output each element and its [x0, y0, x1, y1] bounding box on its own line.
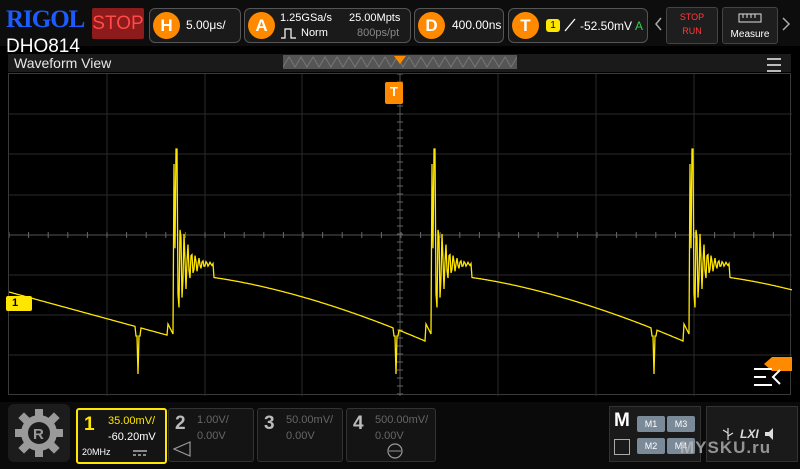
channel-1-scale: 35.00mV/ — [108, 415, 156, 427]
channel-3-panel[interactable]: 3 50.00mV/ 0.00V — [257, 408, 343, 462]
sample-rate: 1.25GSa/s — [280, 12, 332, 24]
triangle-left-icon — [173, 441, 191, 457]
waveform-view-title: Waveform View — [14, 55, 112, 71]
stop-run-top-label: STOP — [679, 12, 705, 22]
acquire-mode: Norm — [301, 27, 328, 39]
hamburger-menu-icon[interactable] — [767, 58, 781, 72]
collapse-menu-icon — [754, 368, 781, 386]
waveform-menu-button[interactable] — [754, 366, 782, 388]
measure-button[interactable]: Measure — [722, 7, 778, 44]
channel-2-panel[interactable]: 2 1.00V/ 0.00V — [168, 408, 254, 462]
delay-icon: D — [418, 12, 445, 39]
channel-4-number: 4 — [353, 413, 364, 434]
channel-3-offset: 0.00V — [286, 430, 315, 442]
delay-settings[interactable]: D 400.00ns — [414, 8, 504, 43]
trigger-mode: A — [635, 19, 644, 33]
math-label: M — [614, 410, 630, 431]
triangle-down-icon — [394, 56, 406, 64]
svg-text:R: R — [33, 426, 44, 443]
brand-logo: RIGOL — [6, 6, 85, 33]
run-state-badge[interactable]: STOP — [92, 8, 144, 39]
horizontal-scale: 5.00μs/ — [186, 18, 226, 32]
measure-label: Measure — [730, 29, 770, 40]
channel-1-offset: -60.20mV — [108, 431, 156, 443]
channel-4-scale: 500.00mV/ — [375, 414, 429, 426]
time-resolution: 800ps/pt — [357, 27, 400, 39]
trigger-time-marker[interactable]: T — [385, 82, 403, 104]
math-m2[interactable]: M2 — [637, 438, 665, 454]
ruler-icon — [738, 13, 762, 23]
watermark: MYSKU.ru — [680, 438, 772, 457]
trigger-level: -52.50mV — [580, 19, 633, 33]
math-toggle-icon[interactable] — [614, 439, 630, 455]
toolbar-expand-arrow[interactable] — [780, 10, 792, 38]
trigger-position-triangle[interactable] — [394, 56, 406, 64]
ground-icon — [387, 443, 403, 459]
channel-1-bandwidth: 20MHz — [82, 447, 111, 457]
dc-coupling-icon — [133, 450, 147, 456]
home-menu-button[interactable]: R — [8, 404, 70, 462]
toolbar-collapse-arrow[interactable] — [654, 10, 662, 38]
channel-3-scale: 50.00mV/ — [286, 414, 334, 426]
acquire-settings[interactable]: A 1.25GSa/s Norm 25.00Mpts 800ps/pt — [244, 8, 411, 43]
channel-2-offset: 0.00V — [197, 430, 226, 442]
channel-3-number: 3 — [264, 413, 275, 434]
axis-ticks — [9, 74, 774, 395]
math-m1[interactable]: M1 — [637, 416, 665, 432]
stop-run-button[interactable]: STOP RUN — [666, 7, 718, 44]
delay-value: 400.00ns — [452, 18, 502, 32]
trigger-settings[interactable]: T 1 -52.50mV A — [508, 8, 648, 43]
waveform-grid[interactable] — [8, 73, 792, 396]
horizontal-icon: H — [153, 12, 180, 39]
math-m3[interactable]: M3 — [667, 416, 695, 432]
ch1-offset-marker[interactable]: 1 — [6, 296, 32, 311]
channel-1-number: 1 — [84, 414, 95, 435]
channel-4-offset: 0.00V — [375, 430, 404, 442]
channel-1-panel[interactable]: 1 35.00mV/ -60.20mV 20MHz — [76, 408, 167, 464]
horizontal-settings[interactable]: H 5.00μs/ — [149, 8, 241, 43]
acq-mode-icon — [281, 28, 296, 39]
chevron-left-icon — [655, 17, 662, 31]
trigger-source: 1 — [546, 19, 560, 32]
acquire-icon: A — [248, 12, 275, 39]
waveform-canvas — [9, 74, 792, 396]
trigger-icon: T — [512, 12, 539, 39]
stop-run-bottom-label: RUN — [682, 26, 702, 36]
channel-4-panel[interactable]: 4 500.00mV/ 0.00V — [346, 408, 436, 462]
top-toolbar: RIGOL DHO814 STOP H 5.00μs/ A 1.25GSa/s … — [0, 0, 800, 57]
channel-2-scale: 1.00V/ — [197, 414, 229, 426]
gear-icon: R — [15, 409, 63, 457]
memory-depth: 25.00Mpts — [349, 12, 401, 24]
rising-edge-icon — [564, 18, 576, 32]
chevron-right-icon — [782, 17, 791, 31]
channel-2-number: 2 — [175, 413, 186, 434]
